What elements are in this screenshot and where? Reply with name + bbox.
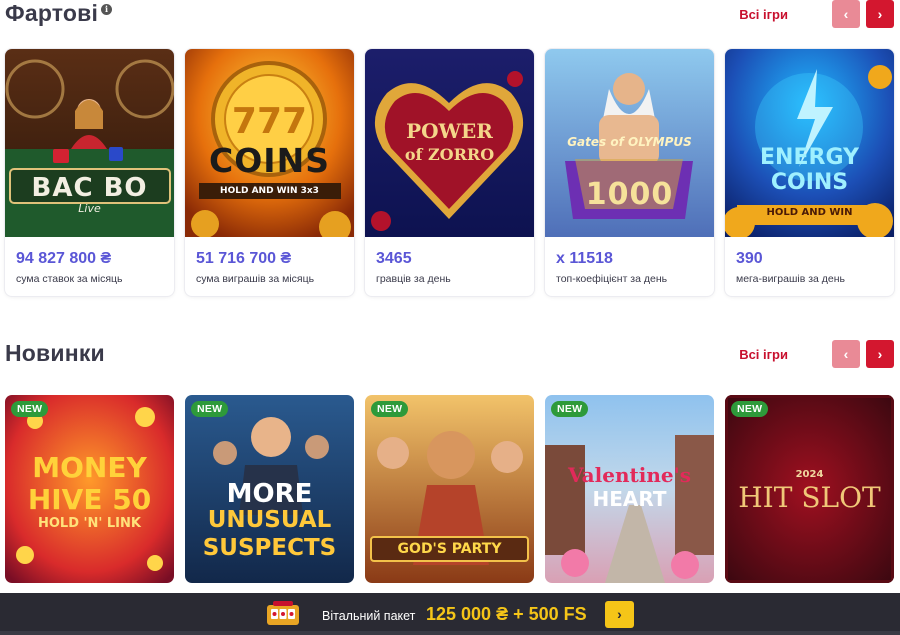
game-card-gates-of-olympus[interactable]: Gates of OLYMPUS 1000 x 11518 топ-коефіц…	[545, 49, 714, 296]
game-title-art: COINS	[209, 141, 330, 180]
game-subtitle-art: HOLD AND WIN 3x3	[220, 186, 319, 196]
game-tile-money-hive[interactable]: MONEY HIVE 50 HOLD 'N' LINK NEW	[5, 395, 174, 583]
lucky-next-button[interactable]: ›	[866, 0, 894, 28]
game-title-art-2: HEART	[592, 487, 667, 511]
promo-bottom-strip	[0, 631, 900, 635]
new-badge: NEW	[731, 401, 769, 417]
game-subtitle-art: 1000	[585, 177, 674, 212]
game-subtitle-art: Live	[78, 202, 101, 215]
game-thumbnail[interactable]: 777 COINS HOLD AND WIN 3x3	[185, 49, 354, 237]
chevron-right-icon: ›	[877, 346, 883, 362]
new-games-all-link[interactable]: Всі ігри	[739, 347, 788, 362]
game-title-art: ENERGY COINS	[760, 145, 859, 195]
stat-value: 94 827 800 ₴	[16, 250, 112, 267]
welcome-promo-bar[interactable]: Вітальний пакет 125 000 ₴ + 500 FS ›	[0, 593, 900, 635]
game-tile-gods-party[interactable]: GOD'S PARTY NEW	[365, 395, 534, 583]
game-title-art: GOD'S PARTY	[397, 541, 502, 557]
chevron-right-icon: ›	[877, 6, 883, 22]
lucky-section: Фартові i Всі ігри ‹ › BAC BO Live 94 82…	[0, 0, 900, 296]
stat-caption: гравців за день	[376, 273, 451, 285]
game-thumbnail[interactable]: BAC BO Live	[5, 49, 174, 237]
new-badge: NEW	[371, 401, 409, 417]
stat-caption: сума виграшів за місяць	[196, 273, 315, 285]
new-games-prev-button[interactable]: ‹	[832, 340, 860, 368]
stat-caption: сума ставок за місяць	[16, 273, 123, 285]
game-subtitle-art: of ZORRO	[404, 145, 495, 164]
game-tile-hit-slot[interactable]: 2024 HIT SLOT NEW	[725, 395, 894, 583]
lucky-cards: BAC BO Live 94 827 800 ₴ сума ставок за …	[5, 49, 895, 299]
game-top-art: 777	[231, 101, 308, 142]
game-subtitle-art: HOLD AND WIN	[766, 207, 853, 218]
new-games-section: Новинки Всі ігри ‹ › MONEY HIVE 50 HOLD …	[0, 340, 900, 583]
lucky-prev-button[interactable]: ‹	[832, 0, 860, 28]
game-thumbnail[interactable]: ENERGY COINS HOLD AND WIN	[725, 49, 894, 237]
lucky-header: Фартові i Всі ігри ‹ ›	[0, 0, 900, 30]
promo-label: Вітальний пакет	[322, 609, 416, 623]
info-icon[interactable]: i	[101, 4, 112, 15]
game-title-art-3: SUSPECTS	[202, 535, 337, 561]
game-card-bac-bo[interactable]: BAC BO Live 94 827 800 ₴ сума ставок за …	[5, 49, 174, 296]
promo-open-button[interactable]: ›	[605, 601, 634, 628]
game-title-art: Gates of OLYMPUS	[567, 135, 692, 149]
game-title-art: HIT SLOT	[738, 481, 881, 514]
game-subtitle-art: HOLD 'N' LINK	[38, 516, 141, 531]
stat-value: 390	[736, 250, 763, 267]
stat-caption: мега-виграшів за день	[736, 273, 846, 285]
game-year-art: 2024	[795, 469, 824, 480]
slot-machine-icon	[265, 601, 301, 627]
game-title-art: Valentine's	[568, 463, 691, 487]
game-thumbnail[interactable]: Gates of OLYMPUS 1000	[545, 49, 714, 237]
game-card-energy-coins[interactable]: ENERGY COINS HOLD AND WIN 390 мега-вигра…	[725, 49, 894, 296]
new-games-tiles: MONEY HIVE 50 HOLD 'N' LINK NEW MORE UNU…	[5, 395, 895, 585]
stat-value: 3465	[376, 250, 412, 267]
new-games-next-button[interactable]: ›	[866, 340, 894, 368]
game-title-art-2: UNUSUAL	[207, 507, 332, 533]
game-title-art: POWER	[406, 119, 493, 143]
new-badge: NEW	[551, 401, 589, 417]
game-tile-valentines-heart[interactable]: Valentine's HEART NEW	[545, 395, 714, 583]
stat-caption: топ-коефіцієнт за день	[556, 273, 668, 285]
new-badge: NEW	[11, 401, 49, 417]
lucky-title: Фартові	[5, 0, 99, 26]
chevron-left-icon: ‹	[843, 346, 849, 362]
game-title-art-2: HIVE 50	[27, 483, 152, 516]
stat-value: 51 716 700 ₴	[196, 250, 292, 267]
game-thumbnail[interactable]: POWER of ZORRO	[365, 49, 534, 237]
game-tile-more-unusual-suspects[interactable]: MORE UNUSUAL SUSPECTS NEW	[185, 395, 354, 583]
new-games-title: Новинки	[5, 340, 105, 366]
game-title-art: MORE	[226, 479, 313, 509]
game-card-power-of-zorro[interactable]: POWER of ZORRO 3465 гравців за день	[365, 49, 534, 296]
promo-inner: Вітальний пакет 125 000 ₴ + 500 FS ›	[0, 593, 900, 635]
game-card-coins[interactable]: 777 COINS HOLD AND WIN 3x3 51 716 700 ₴ …	[185, 49, 354, 296]
new-badge: NEW	[191, 401, 229, 417]
game-title-art: MONEY	[32, 451, 147, 484]
promo-amount: 125 000 ₴ + 500 FS	[426, 604, 587, 624]
chevron-left-icon: ‹	[843, 6, 849, 22]
stat-value: x 11518	[556, 250, 613, 267]
game-title-art: BAC BO	[31, 173, 148, 203]
chevron-right-icon: ›	[617, 606, 622, 622]
new-games-header: Новинки Всі ігри ‹ ›	[0, 340, 900, 370]
lucky-all-games-link[interactable]: Всі ігри	[739, 7, 788, 22]
